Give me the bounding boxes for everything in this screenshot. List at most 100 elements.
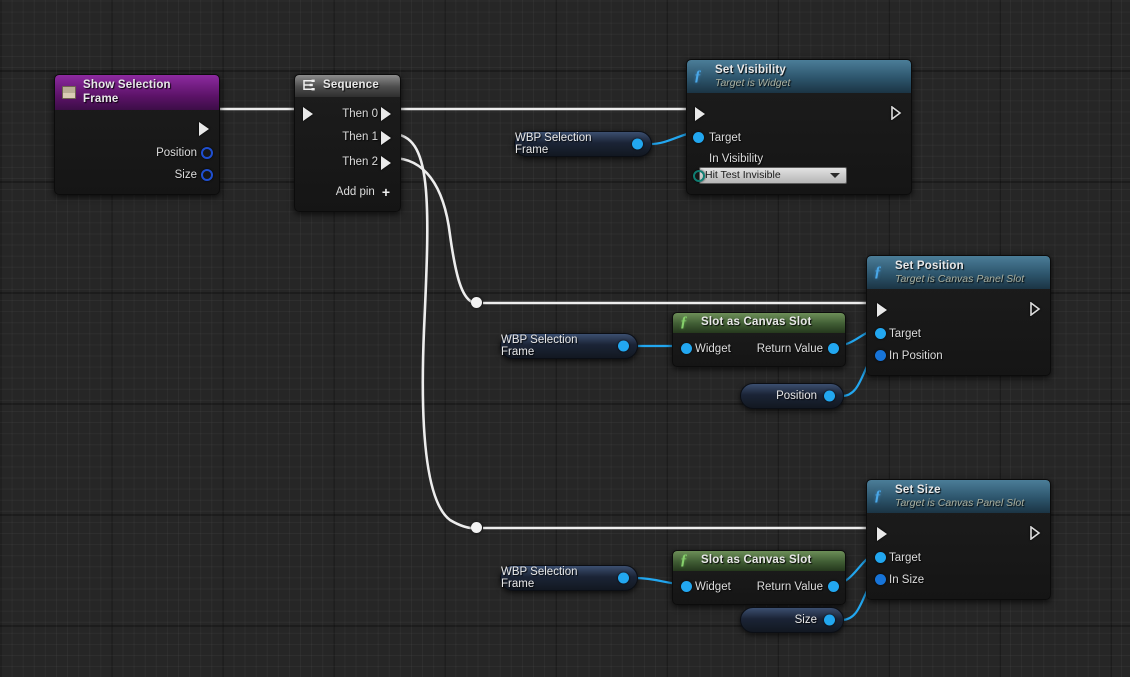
pin-label-position: Position <box>156 147 197 160</box>
var-label: WBP Selection Frame <box>501 566 578 590</box>
pin-label-then-1: Then 1 <box>342 131 378 144</box>
input-pin-widget[interactable] <box>681 580 692 592</box>
node-header: Show Selection Frame <box>55 75 219 111</box>
output-pin-size[interactable] <box>824 614 835 626</box>
node-title: Slot as Canvas Slot <box>701 554 812 566</box>
pin-row-widget[interactable]: Widget Return Value <box>673 576 845 598</box>
node-set-visibility[interactable]: ƒ Set Visibility Target is Widget Target… <box>686 59 912 195</box>
pin-label-then-0: Then 0 <box>342 107 378 120</box>
input-pin-target[interactable] <box>875 551 886 563</box>
add-pin-button[interactable]: Add pin + <box>295 181 400 203</box>
exec-input-pin[interactable] <box>695 106 705 121</box>
pin-row-then-1[interactable]: Then 1 <box>295 125 400 150</box>
output-pin-size[interactable] <box>201 169 213 182</box>
pin-row-exec[interactable] <box>867 521 1050 547</box>
reroute-node-position[interactable] <box>471 297 482 308</box>
node-title: Slot as Canvas Slot <box>701 316 812 328</box>
pin-label-in-size: In Size <box>889 573 925 586</box>
node-set-size[interactable]: ƒ Set Size Target is Canvas Panel Slot T… <box>866 479 1051 600</box>
exec-output-pin[interactable] <box>1030 301 1041 316</box>
output-pin-return-value[interactable] <box>828 580 839 592</box>
pin-row-in-visibility: In Visibility <box>687 149 911 166</box>
node-sequence[interactable]: Sequence Then 0 Then 1 Then 2 Add pin + <box>294 74 401 212</box>
node-slot-as-canvas-slot-1[interactable]: ƒ Slot as Canvas Slot Widget Return Valu… <box>672 312 846 367</box>
var-label: Position <box>776 390 817 402</box>
node-slot-as-canvas-slot-2[interactable]: ƒ Slot as Canvas Slot Widget Return Valu… <box>672 550 846 605</box>
pin-row-in-position[interactable]: In Position <box>867 345 1050 367</box>
input-pin-target[interactable] <box>693 131 704 143</box>
pin-row-target[interactable]: Target <box>687 127 911 149</box>
pin-label-size: Size <box>174 169 197 182</box>
var-node-wbp-selection-frame-2[interactable]: WBP Selection Frame <box>500 333 638 359</box>
output-pin-position[interactable] <box>201 147 213 160</box>
var-label: WBP Selection Frame <box>501 334 578 358</box>
input-pin-widget[interactable] <box>681 342 692 354</box>
exec-output-pin[interactable] <box>199 122 209 137</box>
node-header: ƒ Set Position Target is Canvas Panel Sl… <box>867 256 1050 289</box>
pin-label-target: Target <box>889 551 921 564</box>
pin-label-target: Target <box>709 131 741 144</box>
node-show-selection-frame[interactable]: Show Selection Frame Position Size <box>54 74 220 196</box>
pin-label-target: Target <box>889 327 921 340</box>
add-pin-label: Add pin <box>335 185 375 198</box>
plus-icon: + <box>381 183 390 200</box>
node-header: ƒ Slot as Canvas Slot <box>673 551 845 571</box>
pin-label-return-value: Return Value <box>756 342 823 355</box>
output-pin-return-value[interactable] <box>828 342 839 354</box>
pin-row-widget[interactable]: Widget Return Value <box>673 338 845 360</box>
var-node-wbp-selection-frame-3[interactable]: WBP Selection Frame <box>500 565 638 591</box>
pin-row-then-0[interactable]: Then 0 <box>295 103 400 125</box>
input-pin-target[interactable] <box>875 327 886 339</box>
node-header: ƒ Set Visibility Target is Widget <box>687 60 911 93</box>
exec-output-pin-then-0[interactable] <box>381 106 391 121</box>
pin-row-size[interactable]: Size <box>55 164 219 186</box>
output-pin-object[interactable] <box>618 340 629 352</box>
exec-output-pin[interactable] <box>1030 525 1041 540</box>
sequence-icon <box>302 79 316 92</box>
node-title: Set Visibility <box>715 64 786 76</box>
pin-row-exec[interactable] <box>867 297 1050 323</box>
chevron-down-icon <box>830 172 840 178</box>
blueprint-graph-canvas[interactable]: Show Selection Frame Position Size Seque… <box>0 0 1130 677</box>
var-label: WBP Selection Frame <box>515 132 592 156</box>
pure-function-icon: ƒ <box>680 314 688 331</box>
pin-row-exec[interactable] <box>687 101 911 127</box>
pin-row-then-2[interactable]: Then 2 <box>295 150 400 175</box>
pin-row-in-size[interactable]: In Size <box>867 569 1050 591</box>
pin-row-position[interactable]: Position <box>55 142 219 164</box>
input-pin-visibility-enum[interactable] <box>693 169 705 182</box>
output-pin-object[interactable] <box>618 572 629 584</box>
pin-row-target[interactable]: Target <box>867 323 1050 345</box>
exec-output-pin[interactable] <box>891 105 902 120</box>
var-node-wbp-selection-frame-1[interactable]: WBP Selection Frame <box>514 131 652 157</box>
pin-label-widget: Widget <box>695 342 731 355</box>
output-pin-object[interactable] <box>632 138 643 150</box>
exec-input-pin[interactable] <box>877 302 887 317</box>
node-set-position[interactable]: ƒ Set Position Target is Canvas Panel Sl… <box>866 255 1051 376</box>
input-pin-in-position[interactable] <box>875 349 886 361</box>
node-subtitle: Target is Canvas Panel Slot <box>895 272 1025 285</box>
pin-label-in-position: In Position <box>889 349 943 362</box>
node-subtitle: Target is Canvas Panel Slot <box>895 496 1025 509</box>
visibility-dropdown[interactable]: Hit Test Invisible <box>699 166 847 184</box>
pin-label-in-visibility: In Visibility <box>709 152 764 165</box>
node-title: Set Size <box>895 484 941 496</box>
dropdown-value: Hit Test Invisible <box>705 169 781 182</box>
node-header: Sequence <box>295 75 400 97</box>
exec-input-pin[interactable] <box>877 526 887 541</box>
var-label: Size <box>794 614 817 626</box>
pin-label-then-2: Then 2 <box>342 156 378 169</box>
reroute-node-size[interactable] <box>471 522 482 533</box>
exec-output-pin-then-1[interactable] <box>381 130 391 145</box>
input-pin-in-size[interactable] <box>875 573 886 585</box>
exec-input-pin[interactable] <box>303 106 313 121</box>
var-node-size[interactable]: Size <box>740 607 844 633</box>
pin-row-exec-out[interactable] <box>55 116 219 142</box>
var-node-position[interactable]: Position <box>740 383 844 409</box>
function-icon: ƒ <box>874 487 882 504</box>
node-subtitle: Target is Widget <box>715 76 791 89</box>
exec-output-pin-then-2[interactable] <box>381 155 391 170</box>
output-pin-position[interactable] <box>824 390 835 402</box>
pin-label-widget: Widget <box>695 580 731 593</box>
pin-row-target[interactable]: Target <box>867 547 1050 569</box>
